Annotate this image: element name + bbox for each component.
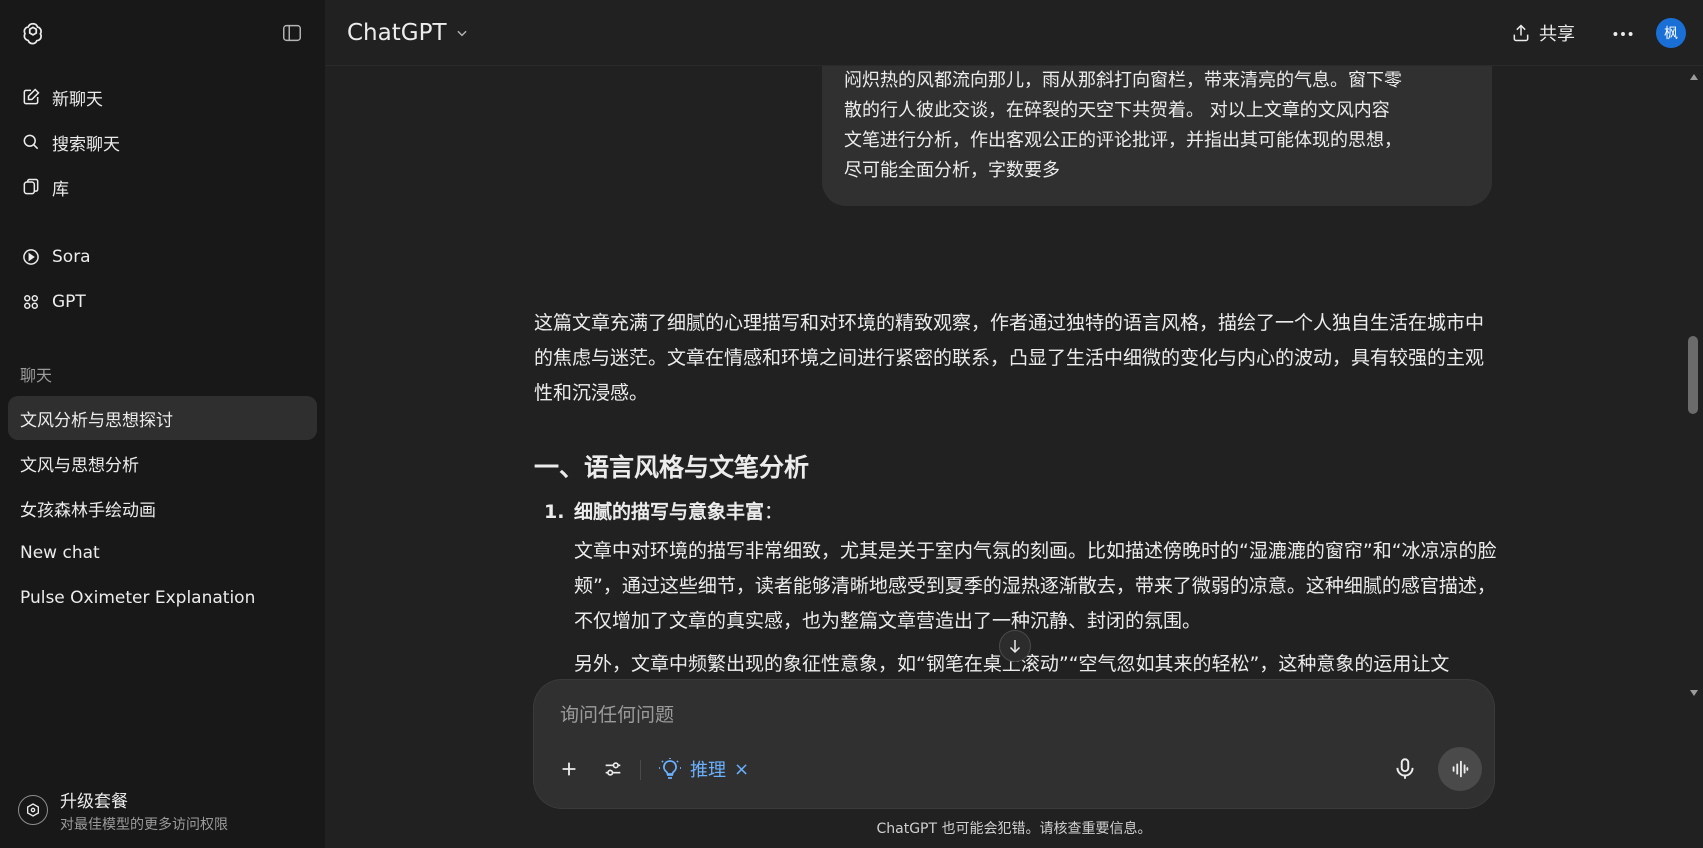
sidebar-item-library[interactable]: 库 xyxy=(8,165,317,209)
chevron-down-icon xyxy=(456,30,467,37)
upgrade-title: 升级套餐 xyxy=(60,791,128,812)
share-label: 共享 xyxy=(1539,24,1575,45)
chat-item[interactable]: Pulse Oximeter Explanation xyxy=(8,576,317,620)
top-header: ChatGPT 共享 枫 xyxy=(325,0,1703,66)
model-selector[interactable]: ChatGPT xyxy=(347,17,469,49)
share-button[interactable]: 共享 xyxy=(1511,17,1575,49)
tools-button[interactable] xyxy=(600,756,626,782)
sidebar-item-search-chats[interactable]: 搜索聊天 xyxy=(8,120,317,164)
voice-mode-button[interactable] xyxy=(1438,747,1482,791)
close-icon[interactable]: × xyxy=(734,759,749,780)
play-icon xyxy=(20,246,42,268)
user-message: 闷炽热的风都流向那儿，雨从那斜打向窗栏，带来清亮的气息。窗下零 散的行人彼此交谈… xyxy=(822,66,1492,206)
more-options-icon[interactable] xyxy=(1610,21,1636,47)
user-message-line: 文笔进行分析，作出客观公正的评论批评，并指出其可能体现的思想， xyxy=(844,130,1402,151)
reasoning-chip[interactable]: 推理 × xyxy=(658,754,749,784)
microphone-icon[interactable] xyxy=(1392,756,1418,782)
reasoning-label: 推理 xyxy=(690,760,726,781)
search-icon xyxy=(20,131,42,153)
sidebar-item-label: GPT xyxy=(52,292,86,312)
upgrade-plan-button[interactable]: 升级套餐 对最佳模型的更多访问权限 xyxy=(8,780,317,840)
sidebar-toggle-icon[interactable] xyxy=(281,22,303,44)
sidebar: 新聊天 搜索聊天 库 Sora GPT 聊天 文风分析与思想探讨 文风与思想分析… xyxy=(0,0,325,848)
upgrade-icon xyxy=(18,795,48,825)
sidebar-item-label: 搜索聊天 xyxy=(52,134,120,155)
new-chat-icon xyxy=(20,86,42,108)
list-item-colon: ： xyxy=(764,501,784,523)
waveform-icon xyxy=(1452,760,1469,778)
scroll-to-bottom-button[interactable] xyxy=(999,630,1031,662)
composer-divider xyxy=(640,760,641,780)
sidebar-item-sora[interactable]: Sora xyxy=(8,235,317,279)
composer: 推理 × xyxy=(534,680,1494,808)
library-icon xyxy=(20,176,42,198)
model-name: ChatGPT xyxy=(347,20,447,46)
sidebar-item-gpt[interactable]: GPT xyxy=(8,280,317,324)
share-icon xyxy=(1513,24,1529,42)
chat-item[interactable]: 文风分析与思想探讨 xyxy=(8,396,317,440)
sidebar-item-label: 库 xyxy=(52,179,69,200)
list-item-paragraph: 文章中对环境的描写非常细致，尤其是关于室内气氛的刻画。比如描述傍晚时的“湿漉漉的… xyxy=(574,540,1497,632)
add-button[interactable] xyxy=(556,756,582,782)
user-message-line: 尽可能全面分析，字数要多 xyxy=(844,160,1060,181)
scrollbar-thumb[interactable] xyxy=(1688,336,1698,414)
sliders-icon xyxy=(605,762,621,776)
list-item-title: 细腻的描写与意象丰富 xyxy=(574,501,765,523)
scroll-up-arrow-icon[interactable] xyxy=(1689,72,1699,82)
disclaimer-text: ChatGPT 也可能会犯错。请核查重要信息。 xyxy=(876,821,1152,837)
intro-paragraph: 这篇文章充满了细腻的心理描写和对环境的精致观察，作者通过独特的语言风格，描绘了一… xyxy=(534,312,1485,404)
chat-item[interactable]: 女孩森林手绘动画 xyxy=(8,486,317,530)
sidebar-item-label: 新聊天 xyxy=(52,89,103,110)
list-number: 1. xyxy=(544,501,565,523)
plus-icon xyxy=(562,762,576,776)
list-item-paragraph: 另外，文章中频繁出现的象征性意象，如“钢笔在桌上滚动”“空气忽如其来的轻松”，这… xyxy=(574,653,1450,675)
assistant-message: 这篇文章充满了细腻的心理描写和对环境的精致观察，作者通过独特的语言风格，描绘了一… xyxy=(534,306,1498,682)
prompt-input[interactable] xyxy=(560,700,1460,730)
user-message-line: 闷炽热的风都流向那儿，雨从那斜打向窗栏，带来清亮的气息。窗下零 xyxy=(844,70,1402,91)
arrow-down-icon xyxy=(1009,640,1021,654)
sidebar-item-label: Sora xyxy=(52,247,91,267)
chat-item[interactable]: New chat xyxy=(8,531,317,575)
lightbulb-icon xyxy=(659,758,681,779)
avatar[interactable]: 枫 xyxy=(1656,18,1686,48)
chats-section-label: 聊天 xyxy=(20,366,53,385)
chatgpt-logo-icon[interactable] xyxy=(20,20,46,46)
sidebar-header xyxy=(0,0,325,66)
gpts-icon xyxy=(20,291,42,313)
section-heading: 一、语言风格与文笔分析 xyxy=(534,453,810,482)
upgrade-subtitle: 对最佳模型的更多访问权限 xyxy=(60,816,228,833)
sidebar-item-new-chat[interactable]: 新聊天 xyxy=(8,75,317,119)
chat-item[interactable]: 文风与思想分析 xyxy=(8,441,317,485)
user-message-line: 散的行人彼此交谈，在碎裂的天空下共贺着。 对以上文章的文风内容 xyxy=(844,100,1390,121)
scroll-down-arrow-icon[interactable] xyxy=(1689,688,1699,698)
